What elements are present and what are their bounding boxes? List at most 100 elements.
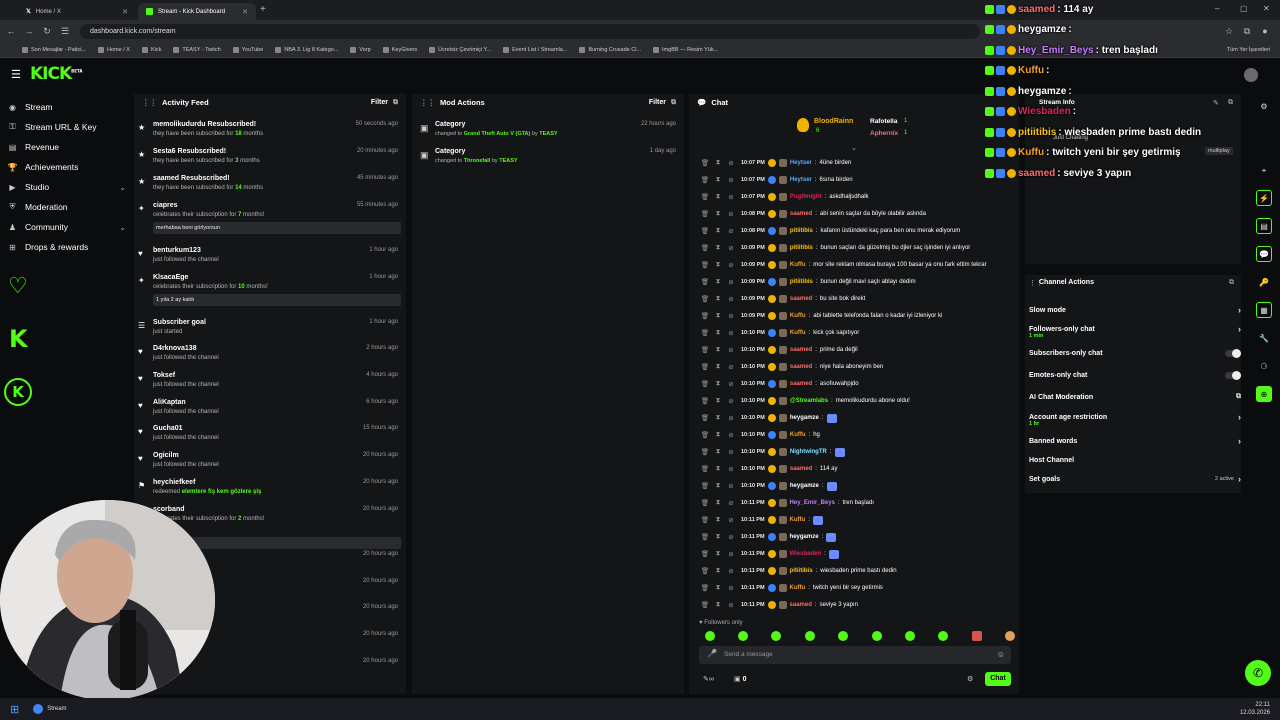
close-window-icon[interactable]: ✕ xyxy=(1263,4,1270,13)
chrome-icon[interactable] xyxy=(33,704,44,714)
chat-username[interactable]: Kuffu xyxy=(790,517,806,523)
key-icon[interactable]: 🔑 xyxy=(1256,274,1272,290)
sidebar-item-revenue[interactable]: ▤ Revenue xyxy=(8,139,126,155)
timeout-icon[interactable]: ⧗ xyxy=(713,210,723,218)
chat-username[interactable]: pitiitibis xyxy=(790,279,813,285)
external-link-icon[interactable]: ⧉ xyxy=(1236,393,1241,401)
timeout-icon[interactable]: ⧗ xyxy=(713,584,723,592)
mic-icon[interactable]: 🎤 xyxy=(707,649,717,658)
chat-username[interactable]: Kuffu xyxy=(790,330,806,336)
ban-icon[interactable]: ⊘ xyxy=(726,227,736,235)
timeout-icon[interactable]: ⧗ xyxy=(713,414,723,422)
profile-icon[interactable]: ● xyxy=(1258,24,1272,38)
activity-feed-item[interactable]: ♥ Toksef just followed the channel 4 hours … xyxy=(134,372,406,396)
chat-username[interactable]: saamed xyxy=(790,364,812,370)
sidebar-item-stream[interactable]: ◉ Stream xyxy=(8,99,126,115)
ban-icon[interactable]: ⊘ xyxy=(726,499,736,507)
popout-icon[interactable]: ⧉ xyxy=(1229,279,1234,287)
delete-message-icon[interactable]: 🗑 xyxy=(700,244,710,252)
bookmark-item[interactable]: TEASY - Twitch xyxy=(173,46,221,53)
channel-action-slow-mode[interactable]: Slow mode › xyxy=(1029,302,1241,318)
activity-feed-item[interactable]: ★ memolikudurdu Resubscribed! they have be… xyxy=(134,121,406,145)
chat-username[interactable]: NightwingTR xyxy=(790,449,827,455)
emote-button[interactable] xyxy=(705,631,715,641)
delete-message-icon[interactable]: 🗑 xyxy=(700,380,710,388)
menu-icon[interactable]: ☰ xyxy=(11,68,21,81)
ban-icon[interactable]: ⊘ xyxy=(726,601,736,609)
chat-username[interactable]: Heytser xyxy=(790,160,812,166)
delete-message-icon[interactable]: 🗑 xyxy=(700,278,710,286)
chat-message[interactable]: 🗑 ⧗ ⊘ 10:10 PM Kuffu: kick çok sapıtıyor xyxy=(700,326,859,340)
delete-message-icon[interactable]: 🗑 xyxy=(700,193,710,201)
ban-icon[interactable]: ⊘ xyxy=(726,261,736,269)
chat-username[interactable]: heygamze xyxy=(790,415,819,421)
chat-settings-icon[interactable]: ⚙ xyxy=(967,675,973,683)
emote-button[interactable] xyxy=(738,631,748,641)
timeout-icon[interactable]: ⧗ xyxy=(713,176,723,184)
ban-icon[interactable]: ⊘ xyxy=(726,244,736,252)
chat-message[interactable]: 🗑 ⧗ ⊘ 10:11 PM Kuffu: xyxy=(700,513,823,527)
delete-message-icon[interactable]: 🗑 xyxy=(700,261,710,269)
delete-message-icon[interactable]: 🗑 xyxy=(700,397,710,405)
ban-icon[interactable]: ⊘ xyxy=(726,295,736,303)
delete-message-icon[interactable]: 🗑 xyxy=(700,584,710,592)
chat-username[interactable]: Heytser xyxy=(790,177,812,183)
chat-message[interactable]: 🗑 ⧗ ⊘ 10:10 PM saamed: niye hala aboneyim ben xyxy=(700,360,883,374)
activity-feed-item[interactable]: ☰ Subscriber goal just started 1 hour ago xyxy=(134,319,406,343)
bookmark-item[interactable]: Vorp xyxy=(350,46,371,53)
ban-icon[interactable]: ⊘ xyxy=(726,465,736,473)
emote-button[interactable] xyxy=(1005,631,1015,641)
chat-message[interactable]: 🗑 ⧗ ⊘ 10:09 PM pitiitibis: bunun değil mavi s… xyxy=(700,275,916,289)
chat-message[interactable]: 🗑 ⧗ ⊘ 10:07 PM Pugthnight: askdhaljsdhalk xyxy=(700,190,869,204)
ban-icon[interactable]: ⊘ xyxy=(726,159,736,167)
layout-icon[interactable]: ▦ xyxy=(1256,302,1272,318)
dots-icon[interactable]: ⚆ xyxy=(1256,358,1272,374)
chat-username[interactable]: pitiitibis xyxy=(790,228,813,234)
bookmark-item[interactable]: Home / X xyxy=(98,46,130,53)
timeout-icon[interactable]: ⧗ xyxy=(713,193,723,201)
ban-icon[interactable]: ⊘ xyxy=(726,278,736,286)
popout-icon[interactable]: ⧉ xyxy=(1228,99,1233,107)
chat-message[interactable]: 🗑 ⧗ ⊘ 10:10 PM Kuffu: hg xyxy=(700,428,820,442)
close-tab-icon[interactable]: ✕ xyxy=(122,8,128,16)
ban-icon[interactable]: ⊘ xyxy=(726,533,736,541)
channel-action-subscribers-only-chat[interactable]: Subscribers-only chat xyxy=(1029,345,1241,361)
url-field[interactable]: dashboard.kick.com/stream xyxy=(80,23,980,39)
delete-message-icon[interactable]: 🗑 xyxy=(700,176,710,184)
ban-icon[interactable]: ⊘ xyxy=(726,414,736,422)
chat-message[interactable]: 🗑 ⧗ ⊘ 10:07 PM Heytser:6sına birden xyxy=(700,173,853,187)
back-icon[interactable]: ← xyxy=(4,24,18,38)
forward-icon[interactable]: → xyxy=(22,24,36,38)
timeout-icon[interactable]: ⧗ xyxy=(713,380,723,388)
chat-username[interactable]: Kuffu xyxy=(790,432,806,438)
toggle-switch[interactable] xyxy=(1225,370,1241,380)
activity-feed-item[interactable]: ✦ KlsacaEge celebrates their subscription … xyxy=(134,274,406,306)
chevron-right-icon[interactable]: › xyxy=(1238,305,1241,315)
pin-toggle-icon[interactable]: ⌄ xyxy=(851,144,857,152)
timeout-icon[interactable]: ⧗ xyxy=(713,601,723,609)
mod-filter-button[interactable]: Filter xyxy=(649,99,666,106)
delete-message-icon[interactable]: 🗑 xyxy=(700,465,710,473)
activity-feed-item[interactable]: ♥ Gucha01 just followed the channel 15 hour… xyxy=(134,425,406,449)
delete-message-icon[interactable]: 🗑 xyxy=(700,550,710,558)
chevron-right-icon[interactable]: › xyxy=(1238,436,1241,446)
chat-message[interactable]: 🗑 ⧗ ⊘ 10:07 PM Heytser:4üne birden xyxy=(700,156,851,170)
ban-icon[interactable]: ⊘ xyxy=(726,482,736,490)
kick-logo[interactable]: KICKBETA xyxy=(30,64,82,84)
connection-icon[interactable]: ✎∞ xyxy=(703,675,714,683)
timeout-icon[interactable]: ⧗ xyxy=(713,227,723,235)
all-bookmarks[interactable]: Tüm Yer İşaretleri xyxy=(1227,47,1270,53)
popout-icon[interactable]: ⧉ xyxy=(393,99,398,107)
emote-button[interactable] xyxy=(805,631,815,641)
delete-message-icon[interactable]: 🗑 xyxy=(700,516,710,524)
timeout-icon[interactable]: ⧗ xyxy=(713,448,723,456)
extensions-icon[interactable]: ⧉ xyxy=(1240,24,1254,38)
maximize-icon[interactable]: ▢ xyxy=(1240,4,1248,13)
channel-action-followers-only-chat[interactable]: Followers-only chat 1 min › xyxy=(1029,321,1241,339)
delete-message-icon[interactable]: 🗑 xyxy=(700,499,710,507)
chat-message[interactable]: 🗑 ⧗ ⊘ 10:08 PM pitiitibis: kafanın üstündeki … xyxy=(700,224,960,238)
ban-icon[interactable]: ⊘ xyxy=(726,380,736,388)
delete-message-icon[interactable]: 🗑 xyxy=(700,601,710,609)
chevron-down-icon[interactable]: ⌄ xyxy=(119,223,126,232)
delete-message-icon[interactable]: 🗑 xyxy=(700,363,710,371)
